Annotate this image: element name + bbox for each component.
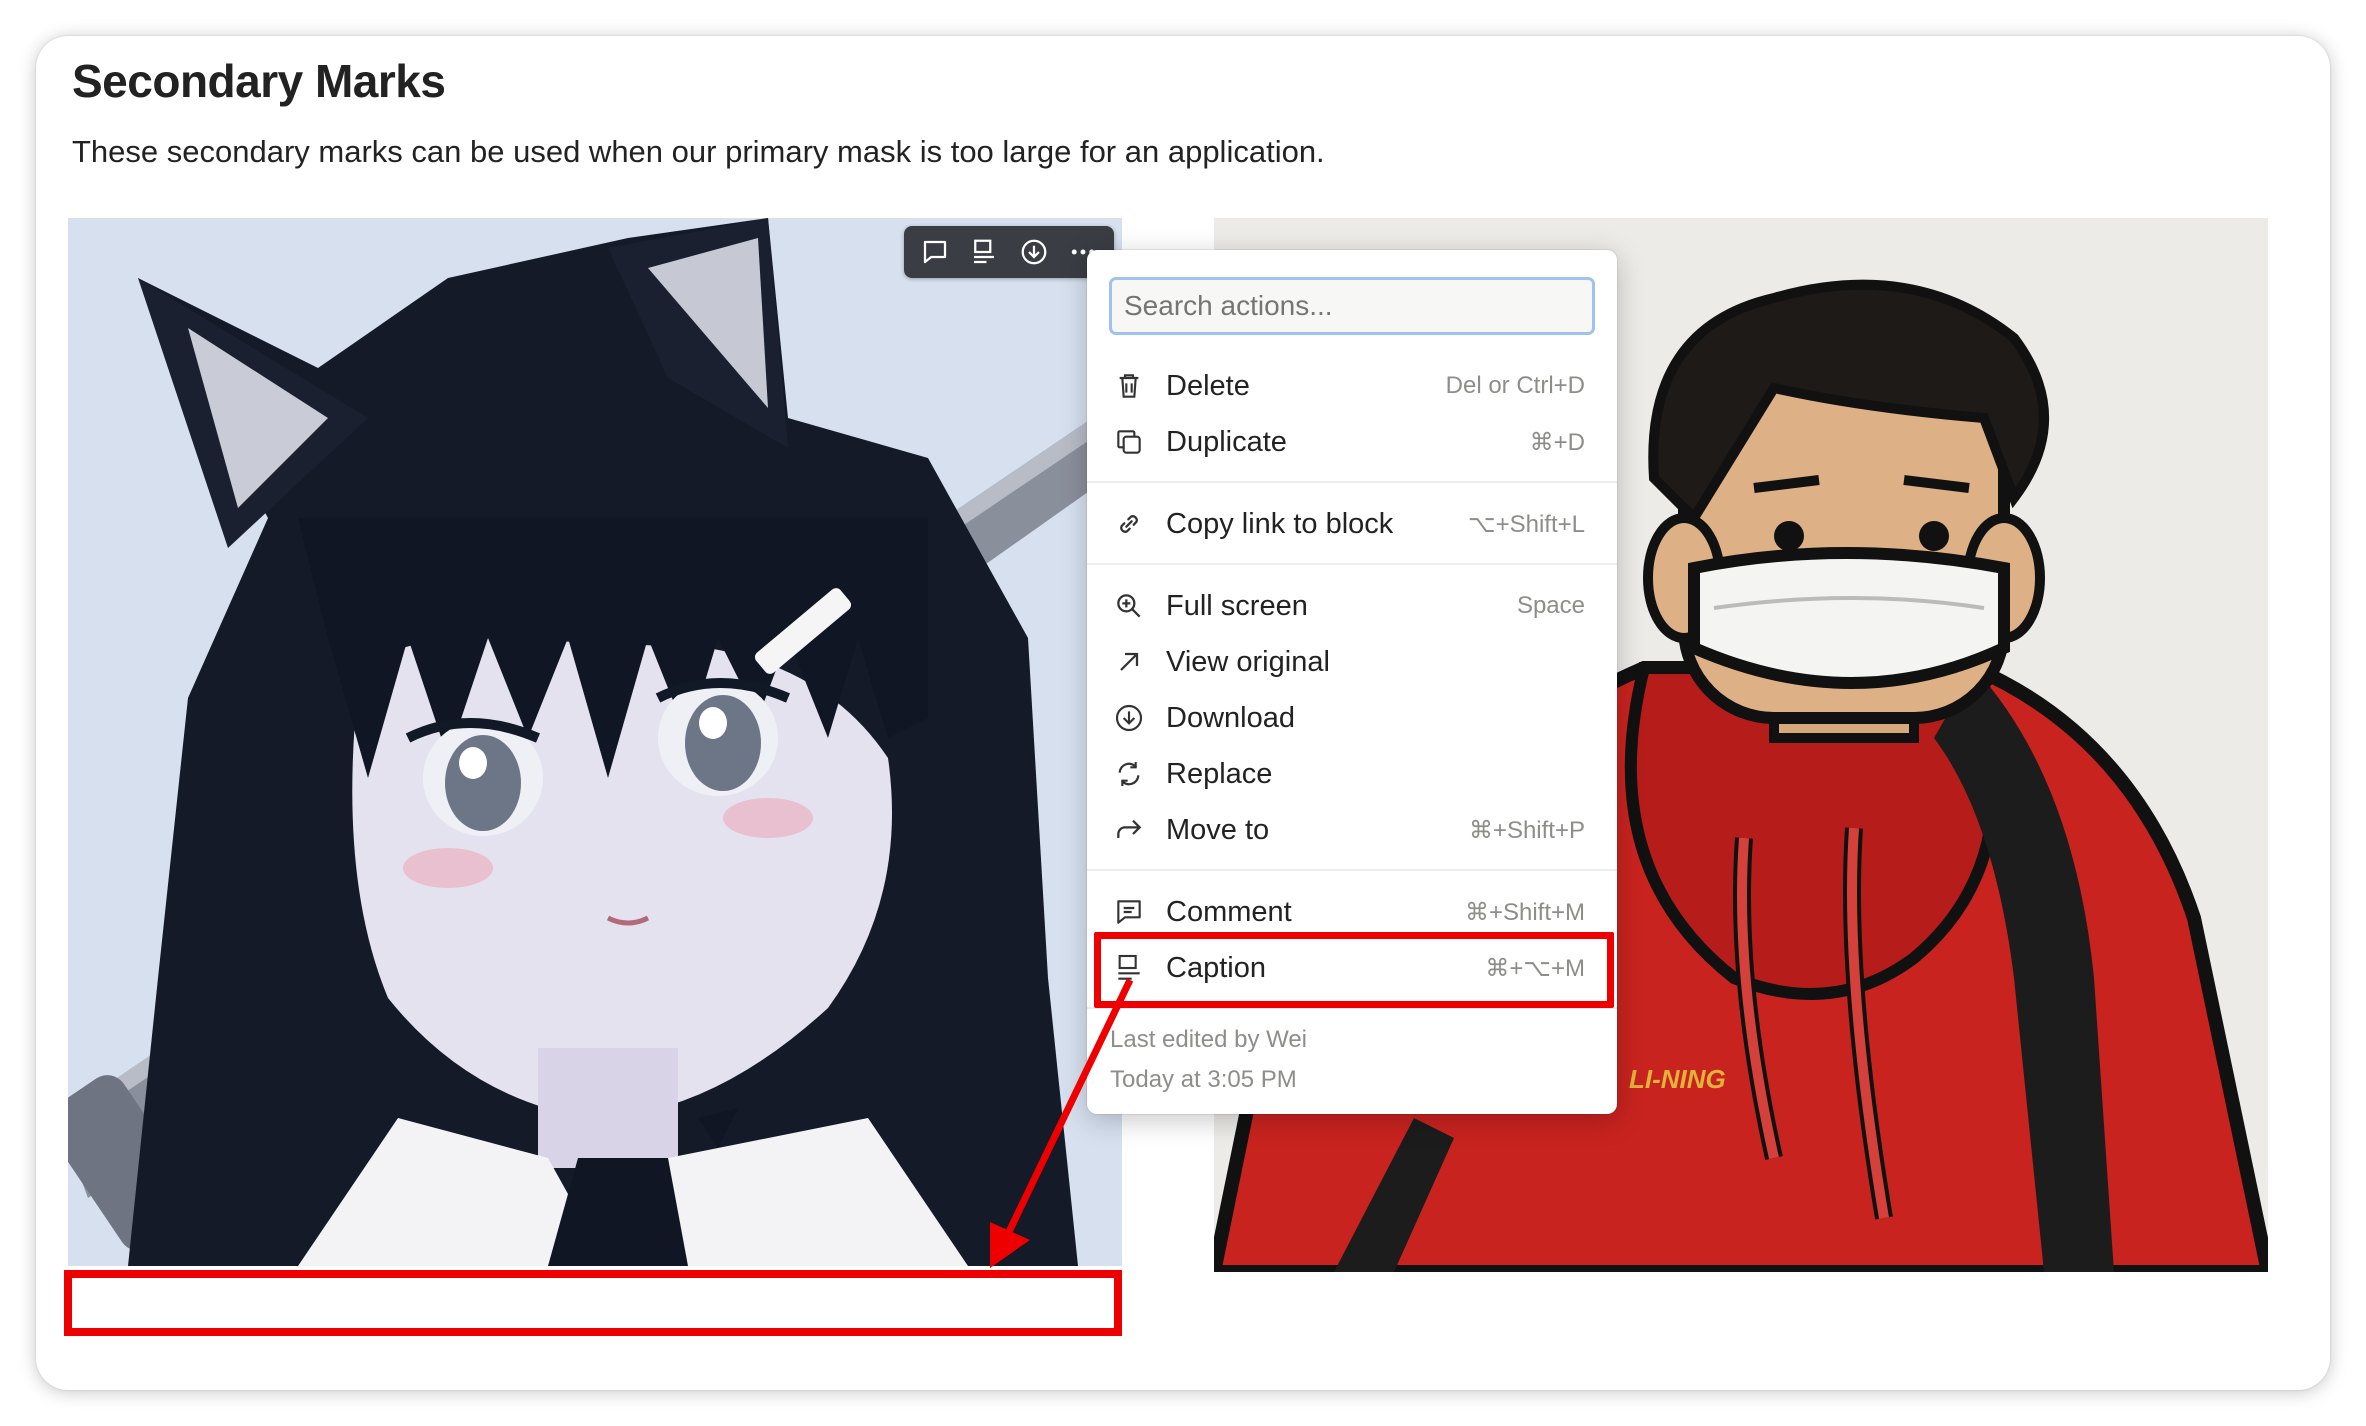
caption-placeholder-highlight-box xyxy=(64,1270,1122,1336)
caption-icon xyxy=(974,239,995,264)
move-arrow-icon xyxy=(1113,814,1145,846)
comment-icon xyxy=(1113,896,1145,928)
anime-girl-illustration xyxy=(68,218,1122,1266)
menu-item-copy-link[interactable]: Copy link to block ⌥+Shift+L xyxy=(1087,496,1617,552)
menu-item-label: Comment xyxy=(1166,896,1292,928)
menu-item-duplicate[interactable]: Duplicate ⌘+D xyxy=(1087,414,1617,470)
menu-item-full-screen[interactable]: Full screen Space xyxy=(1087,578,1617,634)
page-title: Secondary Marks xyxy=(72,55,446,107)
menu-item-view-original[interactable]: View original xyxy=(1087,634,1617,690)
menu-item-label: Duplicate xyxy=(1166,426,1287,458)
menu-item-shortcut: ⌘+Shift+P xyxy=(1468,817,1585,844)
toolbar-comment-button[interactable] xyxy=(913,230,957,274)
link-icon xyxy=(1113,508,1145,540)
menu-item-download[interactable]: Download xyxy=(1087,690,1617,746)
menu-item-label: Replace xyxy=(1166,758,1273,790)
menu-item-label: View original xyxy=(1166,646,1330,678)
trash-icon xyxy=(1113,370,1145,402)
toolbar-download-button[interactable] xyxy=(1012,230,1056,274)
search-actions-input[interactable] xyxy=(1109,277,1595,335)
toolbar-caption-button[interactable] xyxy=(962,230,1006,274)
refresh-icon xyxy=(1113,758,1145,790)
last-edited-by: Last edited by Wei xyxy=(1110,1026,1308,1053)
image-toolbar xyxy=(904,226,1114,278)
duplicate-icon xyxy=(1113,426,1145,458)
menu-item-shortcut: ⌘+Shift+M xyxy=(1464,899,1585,926)
menu-divider xyxy=(1087,869,1617,871)
menu-item-shortcut: ⌥+Shift+L xyxy=(1467,511,1585,538)
menu-divider xyxy=(1087,481,1617,483)
comment-icon xyxy=(923,240,946,264)
arrow-up-right-icon xyxy=(1113,646,1145,678)
menu-divider xyxy=(1087,563,1617,565)
menu-item-replace[interactable]: Replace xyxy=(1087,746,1617,802)
menu-item-shortcut: Del or Ctrl+D xyxy=(1445,372,1585,399)
menu-item-label: Download xyxy=(1166,702,1295,734)
hoodie-logo-text: LI-NING xyxy=(1629,1064,1726,1094)
menu-item-label: Full screen xyxy=(1166,590,1308,622)
menu-item-move-to[interactable]: Move to ⌘+Shift+P xyxy=(1087,802,1617,858)
download-icon xyxy=(1021,239,1047,265)
image-block-anime-girl[interactable] xyxy=(68,218,1122,1266)
menu-item-shortcut: ⌘+D xyxy=(1529,429,1585,456)
zoom-icon xyxy=(1113,590,1145,622)
menu-item-label: Move to xyxy=(1166,814,1270,846)
page-description: These secondary marks can be used when o… xyxy=(72,134,1325,169)
menu-item-shortcut: Space xyxy=(1516,592,1585,619)
download-icon xyxy=(1113,702,1145,734)
menu-item-label: Copy link to block xyxy=(1166,508,1394,540)
menu-item-delete[interactable]: Delete Del or Ctrl+D xyxy=(1087,358,1617,414)
menu-item-label: Delete xyxy=(1166,370,1250,402)
caption-highlight-box xyxy=(1094,932,1614,1008)
last-edited-time: Today at 3:05 PM xyxy=(1110,1066,1297,1093)
